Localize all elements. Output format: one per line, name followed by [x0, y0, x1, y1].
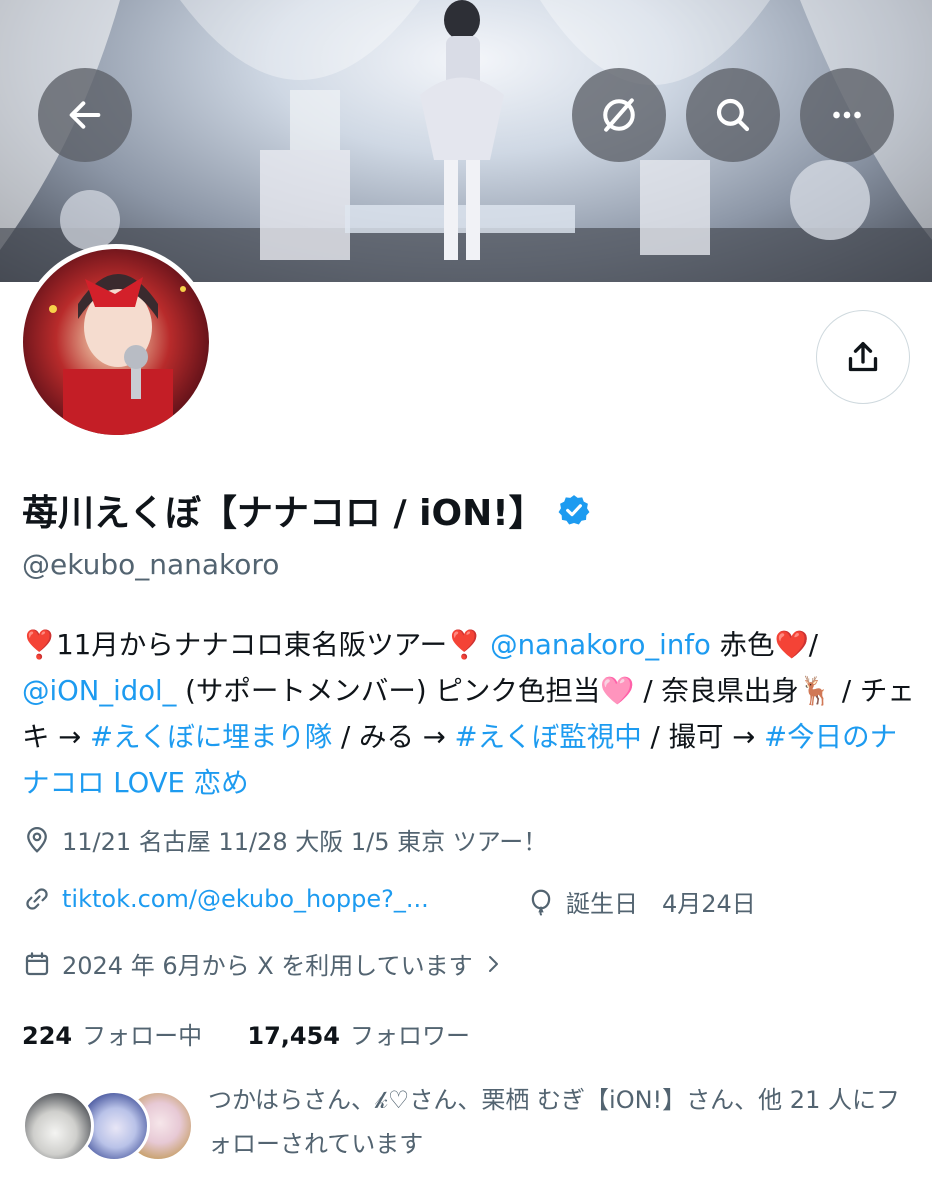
birthday-row: 誕生日 4月24日 [526, 884, 756, 919]
mention-link[interactable]: @iON_idol_ [22, 675, 176, 707]
location-row: 11/21 名古屋 11/28 大阪 1/5 東京 ツアー！ [22, 822, 547, 857]
bio-text: / みる → [332, 721, 455, 753]
share-button[interactable] [816, 310, 910, 404]
link-icon [26, 888, 48, 910]
hashtag-link[interactable]: #えくぼ監視中 [455, 721, 642, 753]
location-text: 11/21 名古屋 11/28 大阪 1/5 東京 ツアー！ [62, 828, 548, 856]
joined-row[interactable]: 2024 年 6月から X を利用しています [22, 946, 515, 981]
followed-by-text[interactable]: つかはらさん、𝓀♡さん、栗栖 むぎ【iON!】さん、他 21 人にフォローされて… [208, 1078, 908, 1166]
following-label: フォロー中 [82, 1022, 203, 1050]
avatar-image [23, 249, 209, 435]
balloon-icon [531, 889, 551, 916]
following-count: 224 [22, 1022, 73, 1050]
grok-button[interactable] [572, 68, 666, 162]
more-icon [833, 111, 861, 119]
bio-text: 赤色❤️/ [710, 629, 819, 661]
location-pin-icon [27, 826, 47, 853]
back-button[interactable] [38, 68, 132, 162]
display-name: 苺川えくぼ【ナナコロ / iON!】 [22, 493, 545, 534]
mention-link[interactable]: @nanakoro_info [490, 629, 711, 661]
follower-avatar[interactable] [22, 1090, 94, 1162]
joined-text: 2024 年 6月から X を利用しています [62, 952, 473, 980]
follow-counts: 224 フォロー中 17,454 フォロワー [22, 1016, 470, 1051]
profile-banner[interactable] [0, 0, 932, 282]
followers-label: フォロワー [350, 1022, 471, 1050]
chevron-right-icon [488, 955, 498, 972]
bio-text: ❣️11月からナナコロ東名阪ツアー❣️ [22, 629, 491, 661]
bio: ❣️11月からナナコロ東名阪ツアー❣️ @nanakoro_info 赤色❤️/… [22, 622, 922, 806]
bio-text: / 撮可 → [641, 721, 765, 753]
followers-count: 17,454 [247, 1022, 341, 1050]
following-link[interactable]: 224 フォロー中 [22, 1022, 202, 1050]
avatar[interactable] [18, 244, 214, 440]
banner-image [0, 0, 932, 282]
hashtag-link[interactable]: #えくぼに埋まり隊 [90, 721, 332, 753]
followers-link[interactable]: 17,454 フォロワー [247, 1022, 470, 1050]
calendar-icon [25, 951, 49, 975]
more-button[interactable] [800, 68, 894, 162]
grok-icon [603, 98, 635, 132]
search-button[interactable] [686, 68, 780, 162]
arrow-left-icon [69, 101, 101, 129]
birthday-text: 誕生日 4月24日 [566, 890, 756, 918]
name-row: 苺川えくぼ【ナナコロ / iON!】 [22, 484, 591, 536]
search-icon [716, 98, 750, 132]
website-row: tiktok.com/@ekubo_hoppe?_... [22, 884, 429, 914]
share-icon [848, 342, 878, 372]
handle: @ekubo_nanakoro [22, 548, 280, 581]
verified-badge-icon[interactable] [557, 493, 591, 527]
website-link[interactable]: tiktok.com/@ekubo_hoppe?_... [62, 885, 429, 913]
